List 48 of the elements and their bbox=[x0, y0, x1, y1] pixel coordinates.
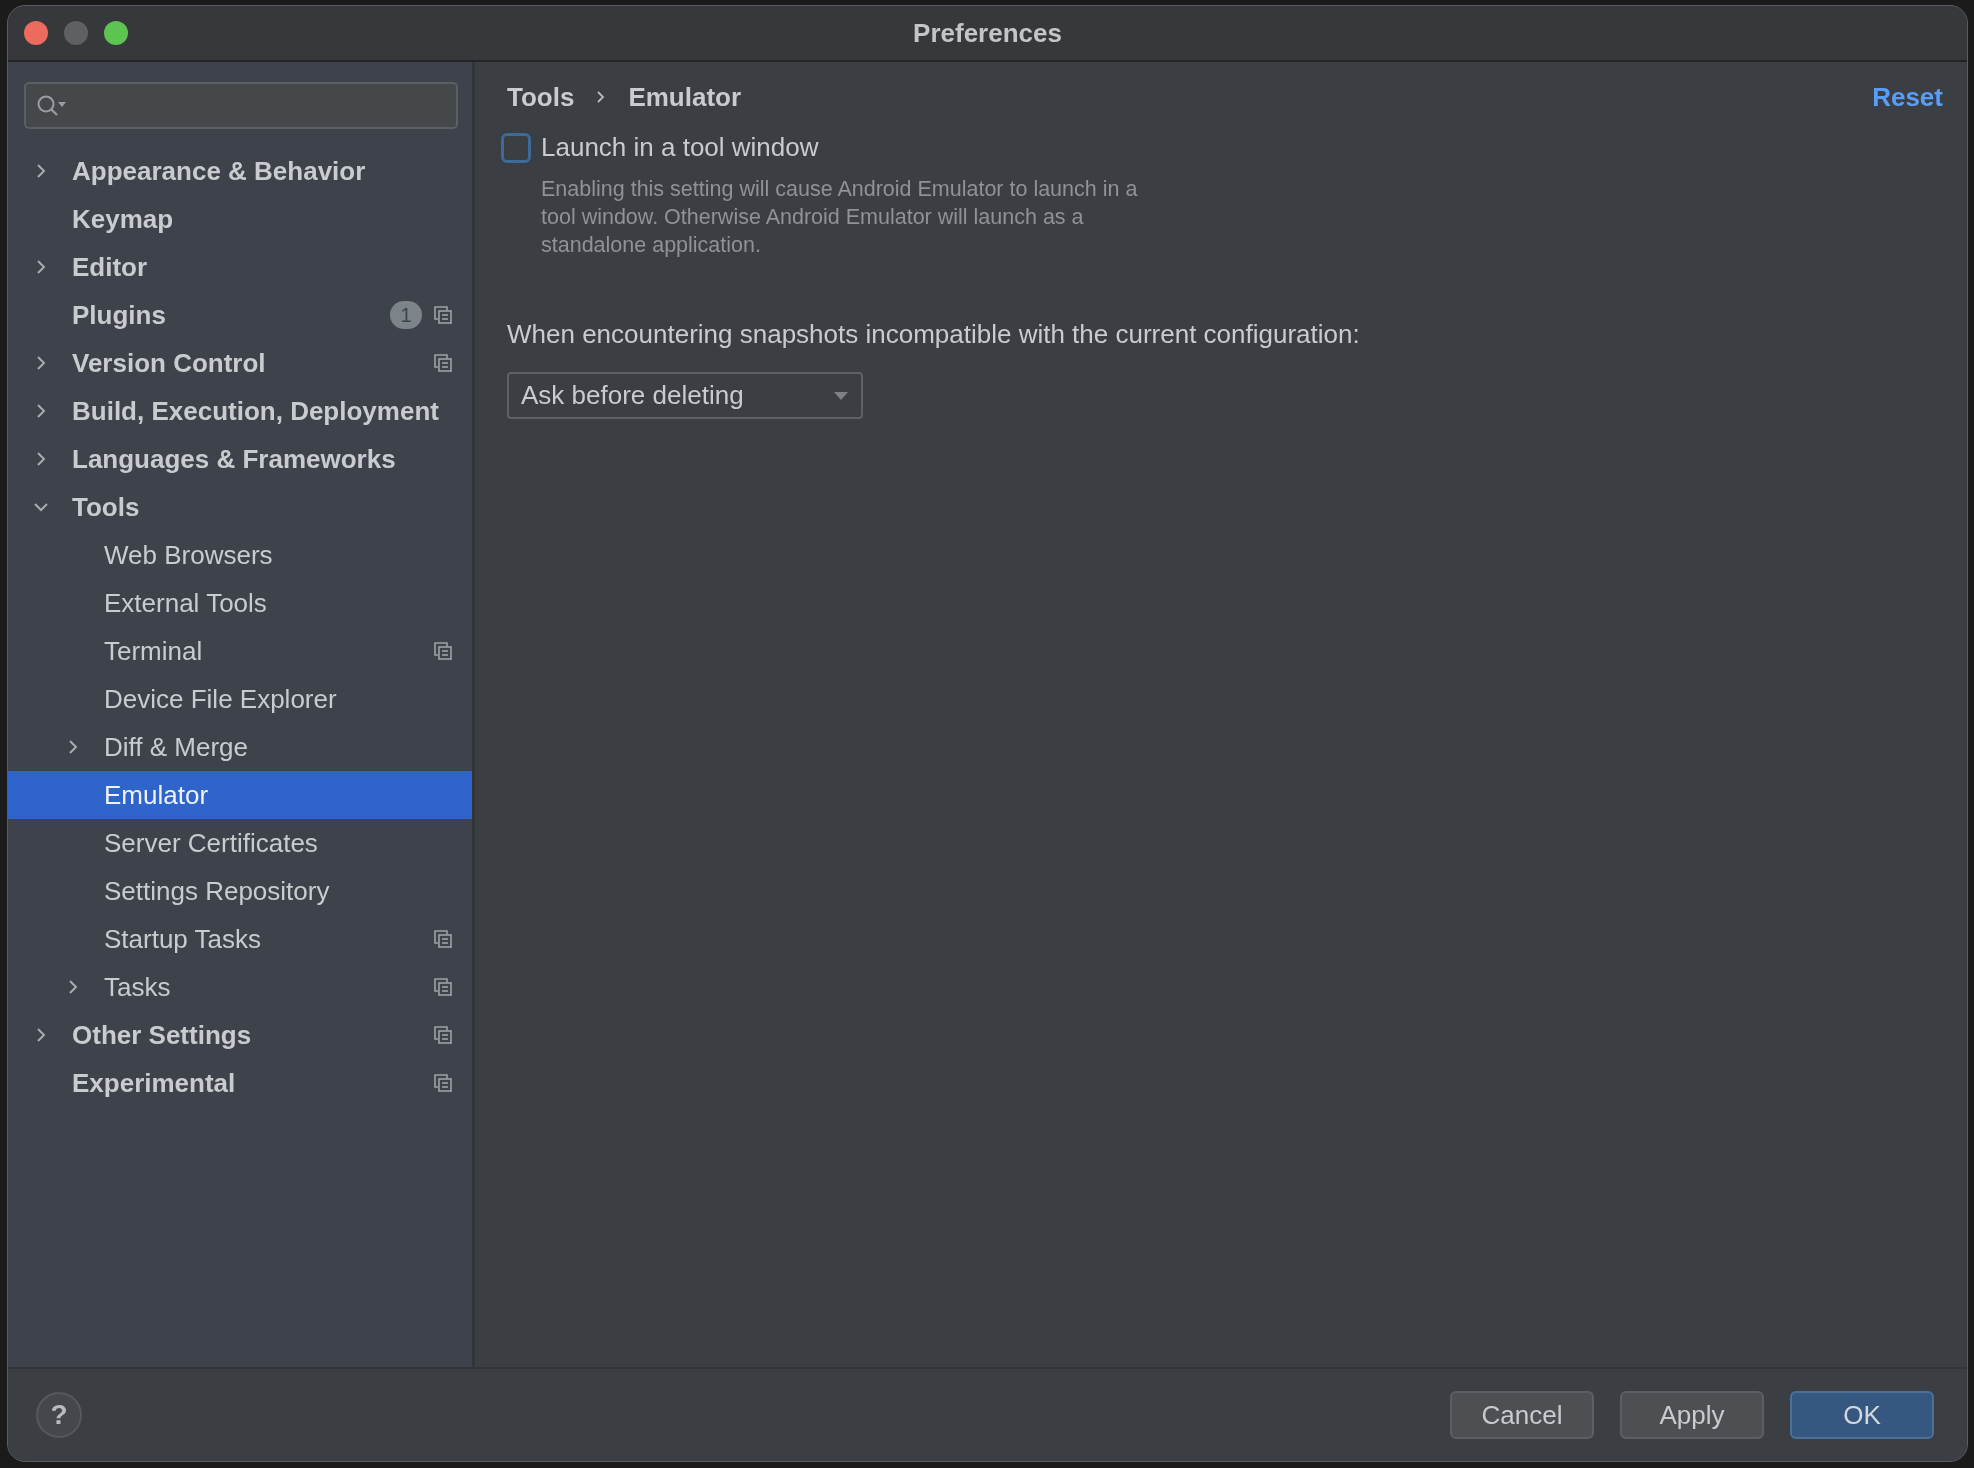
settings-tree-item[interactable]: Languages & Frameworks bbox=[8, 435, 472, 483]
snapshot-dropdown[interactable]: Ask before deleting bbox=[507, 372, 863, 419]
settings-tree-item[interactable]: Keymap bbox=[8, 195, 472, 243]
settings-tree-item[interactable]: Version Control bbox=[8, 339, 472, 387]
chevron-right-icon[interactable] bbox=[34, 260, 48, 274]
breadcrumb-separator bbox=[596, 90, 607, 104]
count-badge: 1 bbox=[390, 301, 422, 329]
settings-tree-item[interactable]: Web Browsers bbox=[8, 531, 472, 579]
option-description: Enabling this setting will cause Android Emulator to launch in a tool window. Otherwise Android Emulator will launch as a standalone application. bbox=[541, 176, 1139, 259]
dropdown-arrow-icon bbox=[833, 390, 849, 401]
dialog-button[interactable]: Cancel bbox=[1450, 1391, 1594, 1439]
settings-tree-item[interactable]: Device File Explorer bbox=[8, 675, 472, 723]
settings-tree-item[interactable]: External Tools bbox=[8, 579, 472, 627]
chevron-right-icon[interactable] bbox=[34, 404, 48, 418]
ok-button[interactable]: OK bbox=[1790, 1391, 1934, 1439]
settings-tree-item[interactable]: Other Settings bbox=[8, 1011, 472, 1059]
settings-tree-item[interactable]: Experimental bbox=[8, 1059, 472, 1107]
chevron-right-icon[interactable] bbox=[34, 1028, 48, 1042]
settings-tree-item[interactable]: Build, Execution, Deployment bbox=[8, 387, 472, 435]
window-title: Preferences bbox=[913, 17, 1062, 49]
settings-tree-item[interactable]: Plugins 1 bbox=[8, 291, 472, 339]
snapshot-question: When encountering snapshots incompatible with the current configuration: bbox=[507, 319, 1361, 350]
settings-tree-item[interactable]: Startup Tasks bbox=[8, 915, 472, 963]
settings-tree-item[interactable]: Tools bbox=[8, 483, 472, 531]
checkbox[interactable] bbox=[501, 132, 531, 163]
dialog-button[interactable]: Apply bbox=[1620, 1391, 1764, 1439]
reset-link[interactable]: Reset bbox=[1872, 81, 1943, 113]
checkbox-label[interactable]: Launch in a tool window bbox=[541, 132, 819, 163]
settings-tree-item[interactable]: Emulator bbox=[8, 771, 472, 819]
settings-tree-item[interactable]: Server Certificates bbox=[8, 819, 472, 867]
chevron-right-icon[interactable] bbox=[66, 980, 80, 994]
chevron-right-icon[interactable] bbox=[34, 452, 48, 466]
search-field[interactable] bbox=[24, 82, 458, 129]
chevron-down-icon[interactable] bbox=[34, 500, 48, 514]
settings-tree-item[interactable]: Appearance & Behavior bbox=[8, 147, 472, 195]
zoom-button[interactable] bbox=[104, 21, 128, 45]
settings-tree-item[interactable]: Tasks bbox=[8, 963, 472, 1011]
settings-tree-item[interactable]: Diff & Merge bbox=[8, 723, 472, 771]
breadcrumb-item[interactable]: Tools bbox=[507, 81, 575, 113]
breadcrumb-item[interactable]: Emulator bbox=[628, 81, 742, 113]
settings-tree-item[interactable]: Settings Repository bbox=[8, 867, 472, 915]
help-button[interactable]: ? bbox=[36, 1392, 82, 1438]
chevron-right-icon[interactable] bbox=[66, 740, 80, 754]
close-button[interactable] bbox=[24, 21, 48, 45]
settings-tree-item[interactable]: Editor bbox=[8, 243, 472, 291]
chevron-right-icon[interactable] bbox=[34, 356, 48, 370]
chevron-right-icon[interactable] bbox=[34, 164, 48, 178]
settings-tree-item[interactable]: Terminal bbox=[8, 627, 472, 675]
